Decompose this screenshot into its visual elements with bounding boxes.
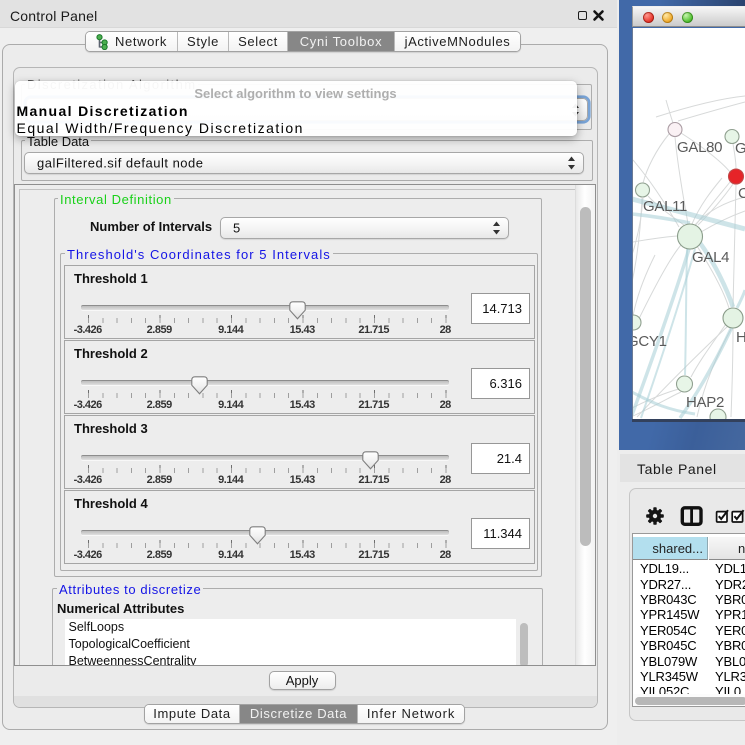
svg-text:GCY1: GCY1 [633, 333, 667, 350]
svg-text:H: H [736, 329, 745, 346]
svg-text:GAL80: GAL80 [677, 139, 722, 156]
svg-text:C: C [738, 185, 745, 202]
svg-text:HAP2: HAP2 [686, 394, 724, 411]
svg-text:GAL4: GAL4 [692, 249, 729, 266]
svg-text:GAL11: GAL11 [643, 198, 687, 215]
svg-text:G: G [735, 140, 745, 157]
